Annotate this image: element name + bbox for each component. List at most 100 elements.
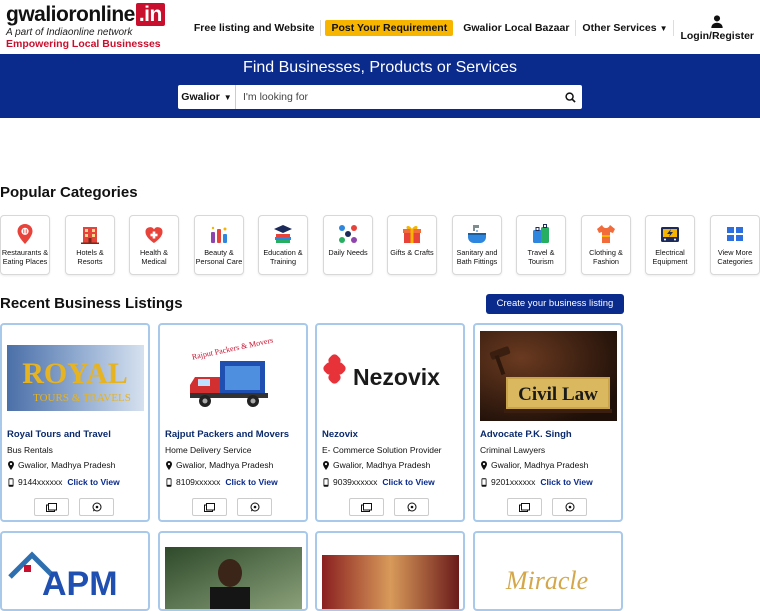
category-label: Hotels & Resorts [76,248,104,267]
category-label: Health & Medical [140,248,168,267]
enquiry-button[interactable] [507,498,542,516]
health-heart-icon [145,227,163,243]
create-listing-button[interactable]: Create your business listing [486,294,624,314]
search-input[interactable] [236,86,558,108]
enquiry-button[interactable] [192,498,227,516]
category-label: Gifts & Crafts [390,248,434,257]
click-to-view-link[interactable]: Click to View [540,477,592,487]
enquiry-button[interactable] [349,498,384,516]
logo-tagline: Empowering Local Businesses [6,38,161,50]
daily-needs-icon [339,225,357,243]
click-to-view-link[interactable]: Click to View [67,477,119,487]
gift-icon [403,225,421,243]
listing-location: Gwalior, Madhya Pradesh [480,460,588,470]
listing-phone: 9144xxxxxx Click to View [7,477,120,487]
chevron-down-icon: ▼ [659,24,668,33]
listing-image[interactable]: Civil Law [480,331,617,421]
category-label: Sanitary and Bath Fittings [456,248,498,267]
listing-card[interactable]: APM [0,531,150,611]
listing-image[interactable]: Nezovix [322,331,459,421]
listing-name[interactable]: Rajput Packers and Movers [165,429,289,440]
listing-category: Home Delivery Service [165,445,252,455]
search-button[interactable] [558,85,582,109]
civil-law-photo: Civil Law [480,331,617,421]
nav-other-services[interactable]: Other Services ▼ [576,20,675,36]
whatsapp-button[interactable] [79,498,114,516]
listing-name[interactable]: Advocate P.K. Singh [480,429,572,440]
svg-text:Nezovix: Nezovix [353,364,440,390]
location-pin-icon [8,460,14,470]
nav-other-services-label: Other Services [582,22,657,34]
whatsapp-icon [565,502,574,512]
click-to-view-link[interactable]: Click to View [382,477,434,487]
listing-card[interactable] [158,531,308,611]
listing-category: E- Commerce Solution Provider [322,445,442,455]
top-nav: Free listing and Website Post Your Requi… [188,6,754,50]
post-requirement-button[interactable]: Post Your Requirement [325,20,454,36]
svg-text:TOURS & TRAVELS: TOURS & TRAVELS [33,392,131,404]
listing-card[interactable]: Miracle [473,531,623,611]
enquiry-button[interactable] [34,498,69,516]
enquiry-icon [361,502,372,512]
royal-tours-logo: ROYAL TOURS & TRAVELS [7,345,144,411]
category-restaurants[interactable]: Restaurants & Eating Places [0,215,50,275]
category-gifts[interactable]: Gifts & Crafts [387,215,437,275]
restaurant-pin-icon [17,224,33,244]
whatsapp-icon [407,502,416,512]
search-icon [564,91,576,103]
whatsapp-button[interactable] [394,498,429,516]
category-label: Electrical Equipment [652,248,688,267]
nezovix-logo: Nezovix [323,354,440,390]
category-sanitary[interactable]: Sanitary and Bath Fittings [452,215,502,275]
login-register-link[interactable]: Login/Register [680,14,754,42]
site-logo[interactable]: gwalioronline .in A part of Indiaonline n… [6,3,165,50]
category-grid: Restaurants & Eating Places Hotels & Res… [0,215,760,275]
rajput-packers-truck-image: Rajput Packers & Movers [190,336,274,407]
svg-text:APM: APM [42,565,118,603]
electrical-icon [661,227,679,242]
listing-name[interactable]: Royal Tours and Travel [7,429,111,440]
search-bar: Gwalior ▼ [178,85,582,109]
listing-image[interactable]: ROYAL TOURS & TRAVELS [7,331,144,421]
listing-card[interactable]: ROYAL TOURS & TRAVELS Royal Tours and Tr… [0,323,150,522]
category-label: Beauty & Personal Care [195,248,243,267]
category-electrical[interactable]: Electrical Equipment [645,215,695,275]
listing-card[interactable] [315,531,465,611]
listing-location: Gwalior, Madhya Pradesh [322,460,430,470]
whatsapp-button[interactable] [237,498,272,516]
svg-text:Rajput Packers & Movers: Rajput Packers & Movers [191,336,274,362]
click-to-view-link[interactable]: Click to View [225,477,277,487]
search-hero: Find Businesses, Products or Services Gw… [0,54,760,118]
phone-icon [166,477,172,487]
city-select-value: Gwalior [181,91,220,103]
popular-categories-title: Popular Categories [0,184,138,201]
category-beauty[interactable]: Beauty & Personal Care [194,215,244,275]
listing-name[interactable]: Nezovix [322,429,358,440]
city-select[interactable]: Gwalior ▼ [178,85,236,109]
whatsapp-button[interactable] [552,498,587,516]
category-education[interactable]: Education & Training [258,215,308,275]
category-health[interactable]: Health & Medical [129,215,179,275]
enquiry-icon [519,502,530,512]
hotel-icon [81,227,99,244]
site-header: gwalioronline .in A part of Indiaonline n… [0,0,760,54]
listing-phone: 9201xxxxxx Click to View [480,477,593,487]
listing-card[interactable]: Rajput Packers & Movers Rajput Packers a… [158,323,308,522]
listing-card[interactable]: Civil Law Advocate P.K. Singh Criminal L… [473,323,623,522]
logo-network-note: A part of Indiaonline network [6,27,133,38]
nav-free-listing[interactable]: Free listing and Website [188,20,322,36]
phone-icon [8,477,14,487]
listing-image[interactable]: Rajput Packers & Movers [165,331,302,421]
category-view-more[interactable]: View More Categories [710,215,760,275]
listing-card[interactable]: Nezovix Nezovix E- Commerce Solution Pro… [315,323,465,522]
listing-image [322,555,459,609]
category-daily-needs[interactable]: Daily Needs [323,215,373,275]
category-hotels[interactable]: Hotels & Resorts [65,215,115,275]
category-clothing[interactable]: Clothing & Fashion [581,215,631,275]
category-travel[interactable]: Travel & Tourism [516,215,566,275]
clothing-icon [597,225,615,243]
phone-icon [481,477,487,487]
user-icon [711,15,723,28]
nav-local-bazaar[interactable]: Gwalior Local Bazaar [457,20,577,36]
grid-icon [727,227,743,241]
